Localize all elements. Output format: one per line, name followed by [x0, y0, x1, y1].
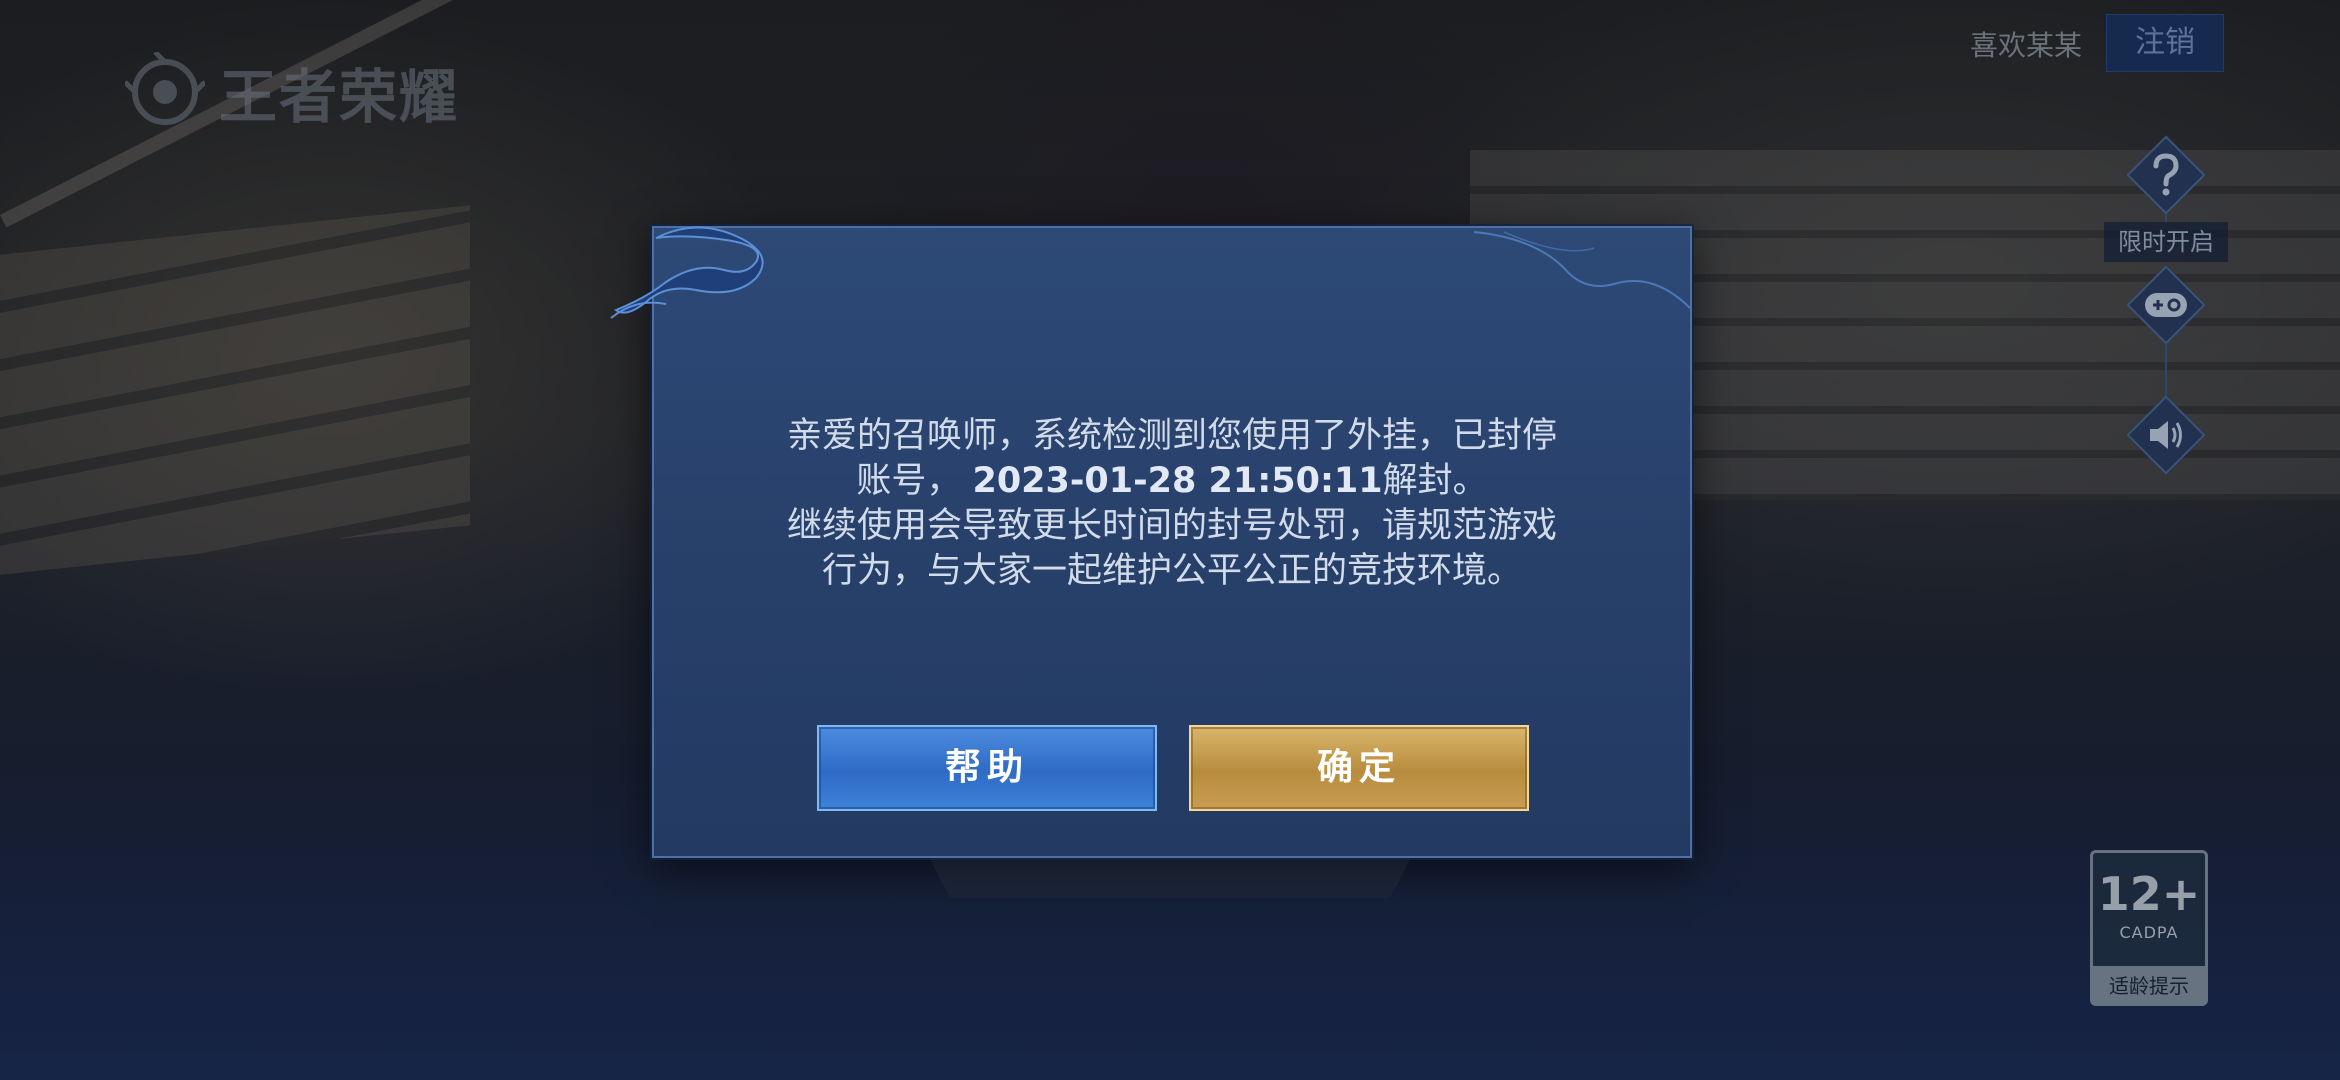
unban-datetime: 2023-01-28 21:50:11	[972, 461, 1383, 501]
message-line: 行为，与大家一起维护公平公正的竞技环境。	[821, 551, 1522, 591]
message-text: 解封。	[1382, 461, 1488, 501]
ban-message: 亲爱的召唤师，系统检测到您使用了外挂，已封停 账号， 2023-01-28 21…	[694, 414, 1650, 594]
dialog-ornament	[1474, 231, 1690, 309]
ban-notice-dialog: 亲爱的召唤师，系统检测到您使用了外挂，已封停 账号， 2023-01-28 21…	[610, 226, 1692, 858]
help-button[interactable]: 帮助	[817, 725, 1157, 811]
message-text: 账号，	[856, 461, 962, 501]
confirm-button[interactable]: 确定	[1189, 725, 1529, 811]
message-line: 继续使用会导致更长时间的封号处罚，请规范游戏	[786, 506, 1557, 546]
message-line: 亲爱的召唤师，系统检测到您使用了外挂，已封停	[786, 416, 1557, 456]
dialog-ornament	[610, 226, 764, 319]
message-line: 账号， 2023-01-28 21:50:11解封。	[694, 459, 1650, 504]
game-screen: 王者荣耀 喜欢某某 注销 限时开启 12+ CADPA 适龄提示 亲爱的召唤师，…	[0, 0, 2340, 1080]
